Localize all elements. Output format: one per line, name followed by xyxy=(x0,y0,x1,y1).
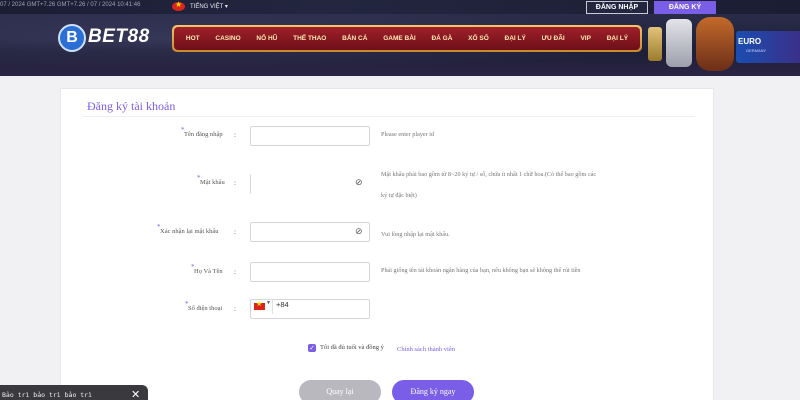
username-label: Tên đăng nhập xyxy=(184,131,223,138)
nav-item-card-games[interactable]: GAME BÀI xyxy=(383,35,416,42)
back-button[interactable]: Quay lại xyxy=(299,380,381,400)
logo-text: BET88 xyxy=(88,26,150,47)
confirm-password-colon: : xyxy=(234,228,236,236)
phone-separator xyxy=(272,300,273,314)
agree-text: Tôi đã đủ tuổi và đồng ý xyxy=(320,344,384,351)
username-colon: : xyxy=(234,131,236,139)
password-hint-line-1: Mật khẩu phải bao gồm từ 8~20 ký tự / số… xyxy=(381,171,597,178)
nav-item-fishing[interactable]: BẮN CÁ xyxy=(342,35,367,42)
nav-item-promotions[interactable]: ƯU ĐÃI xyxy=(542,35,565,42)
euro-logo-text: EURO xyxy=(738,37,762,46)
page-title: Đăng ký tài khoản xyxy=(87,99,176,113)
register-button[interactable]: ĐĂNG KÝ xyxy=(654,1,716,14)
main-nav: HOT CASINO NỔ HŨ THỂ THAO BẮN CÁ GAME BÀ… xyxy=(172,25,642,52)
language-selector[interactable]: TIẾNG VIỆT ▾ xyxy=(190,3,228,10)
eye-slash-icon[interactable]: ⊘ xyxy=(355,177,363,188)
membership-policy-link[interactable]: Chính sách thành viên xyxy=(397,346,455,353)
logo-badge-icon: B xyxy=(58,24,86,52)
login-button[interactable]: ĐĂNG NHẬP xyxy=(586,1,648,14)
phone-colon: : xyxy=(234,305,236,313)
password-colon: : xyxy=(234,179,236,187)
site-header: B BET88 HOT CASINO NỔ HŨ THỂ THAO BẮN CÁ… xyxy=(0,14,800,76)
fullname-colon: : xyxy=(234,268,236,276)
nav-item-casino[interactable]: CASINO xyxy=(215,35,240,42)
toast-message: Bảo trì bảo trì bảo trì xyxy=(2,391,93,399)
password-input[interactable] xyxy=(250,174,370,194)
confirm-password-hint: Vui lòng nhập lại mật khẩu. xyxy=(381,231,450,238)
nav-item-cockfight[interactable]: ĐÁ GÀ xyxy=(431,35,452,42)
confirm-password-input[interactable] xyxy=(250,222,370,242)
euro-logo xyxy=(736,31,800,63)
nav-item-slots[interactable]: NỔ HŨ xyxy=(256,35,277,42)
password-label: Mật khẩu xyxy=(200,179,225,186)
phone-country-code: +84 xyxy=(276,300,289,309)
euro-logo-subtext: GERMANY xyxy=(746,48,767,53)
username-hint: Please enter player id xyxy=(381,131,435,138)
trophy-icon xyxy=(666,19,692,67)
username-input[interactable] xyxy=(250,126,370,146)
vietnam-flag-icon[interactable] xyxy=(172,0,185,11)
nav-item-sports[interactable]: THỂ THAO xyxy=(293,35,326,42)
confirm-password-label: Xác nhận lại mật khẩu xyxy=(160,228,219,235)
fullname-input[interactable] xyxy=(250,262,370,282)
nav-item-lottery[interactable]: XỔ SỐ xyxy=(468,35,489,42)
site-logo[interactable]: B BET88 xyxy=(58,24,170,52)
phone-label: Số điện thoại xyxy=(188,305,223,312)
nav-item-agency-2[interactable]: ĐẠI LÝ xyxy=(607,35,628,42)
euro-promo-banner[interactable]: EURO GERMANY xyxy=(648,17,800,73)
chevron-down-icon[interactable]: ▼ xyxy=(266,301,271,306)
top-bar: 07 / 2024 GMT+7.26 GMT+7.26 / 07 / 2024 … xyxy=(0,0,800,14)
title-divider xyxy=(83,116,695,117)
vietnam-flag-icon[interactable] xyxy=(254,300,265,310)
agree-checkbox[interactable]: ✓ xyxy=(308,344,316,352)
server-time: 07 / 2024 GMT+7.26 GMT+7.26 / 07 / 2024 … xyxy=(0,2,141,8)
eye-slash-icon[interactable]: ⊘ xyxy=(355,226,363,237)
nav-item-vip[interactable]: VIP xyxy=(580,35,590,42)
maintenance-toast: Bảo trì bảo trì bảo trì ✕ xyxy=(0,385,148,400)
fullname-label: Họ Và Tên xyxy=(194,268,223,275)
password-hint-line-2: ký tự đặc biệt) xyxy=(381,192,417,199)
close-icon[interactable]: ✕ xyxy=(131,388,140,400)
pillar-decoration xyxy=(648,27,662,61)
nav-item-agency[interactable]: ĐẠI LÝ xyxy=(505,35,526,42)
submit-register-button[interactable]: Đăng ký ngay xyxy=(392,380,474,400)
mascot-image xyxy=(696,17,734,71)
fullname-hint: Phải giống tên tài khoản ngân hàng của b… xyxy=(381,267,581,274)
nav-item-hot[interactable]: HOT xyxy=(186,35,200,42)
